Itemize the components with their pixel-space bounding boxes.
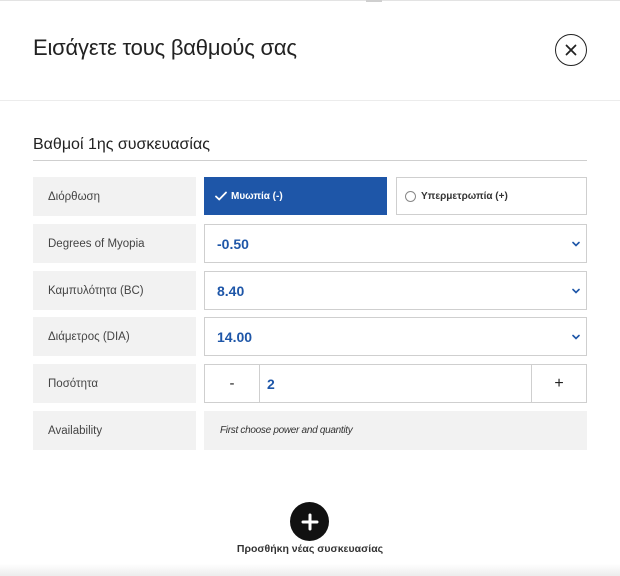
quantity-decrease-button[interactable]: - (205, 365, 260, 402)
diameter-value: 14.00 (217, 328, 253, 345)
quantity-increase-button[interactable]: + (531, 365, 586, 402)
correction-label: Διόρθωση (33, 177, 196, 216)
section-divider (33, 160, 587, 161)
chevron-down-icon (572, 241, 580, 247)
quantity-label: Ποσότητα (33, 364, 196, 403)
close-icon (565, 44, 577, 56)
modal-header: Εισάγετε τους βαθμούς σας (0, 1, 620, 101)
curvature-value: 8.40 (217, 282, 245, 299)
chevron-down-icon (572, 288, 580, 294)
radio-icon (405, 190, 416, 202)
availability-status: First choose power and quantity (204, 411, 587, 450)
availability-label: Availability (33, 411, 196, 450)
check-icon (215, 191, 227, 201)
add-package-button[interactable] (290, 502, 329, 541)
curvature-select[interactable]: 8.40 (204, 271, 587, 310)
add-package-label[interactable]: Προσθήκη νέας συσκευασίας (0, 543, 620, 555)
chevron-down-icon (572, 334, 580, 340)
myopia-degrees-label: Degrees of Myopia (33, 224, 196, 263)
quantity-stepper: - 2 + (204, 364, 587, 403)
hyperopia-option-label: Υπερμετρωπία (+) (421, 190, 508, 202)
section-title: Βαθμοί 1ης συσκευασίας (33, 136, 210, 153)
bottom-shadow (0, 564, 620, 576)
curvature-label: Καμπυλότητα (BC) (33, 271, 196, 310)
myopia-option-button[interactable]: Μυωπία (-) (204, 177, 387, 215)
quantity-input[interactable]: 2 (267, 365, 275, 402)
myopia-degrees-value: -0.50 (217, 235, 249, 252)
diameter-label: Διάμετρος (DIA) (33, 317, 196, 356)
plus-icon (301, 513, 318, 530)
modal-title: Εισάγετε τους βαθμούς σας (33, 35, 297, 60)
myopia-option-label: Μυωπία (-) (231, 190, 283, 202)
myopia-degrees-select[interactable]: -0.50 (204, 224, 587, 263)
diameter-select[interactable]: 14.00 (204, 317, 587, 356)
hyperopia-option-button[interactable]: Υπερμετρωπία (+) (396, 177, 587, 215)
close-button[interactable] (555, 34, 587, 66)
